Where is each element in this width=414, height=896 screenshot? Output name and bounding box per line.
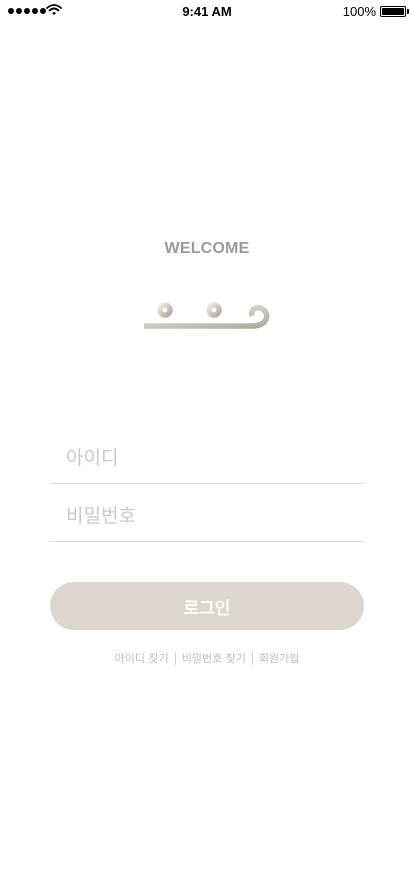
login-button[interactable]: 로그인 bbox=[50, 582, 364, 630]
find-id-link[interactable]: 아이디 찾기 bbox=[109, 650, 175, 666]
account-links: 아이디 찾기 비밀번호 찾기 회원가입 bbox=[0, 650, 414, 666]
id-input[interactable] bbox=[50, 428, 364, 483]
password-field[interactable] bbox=[50, 486, 364, 542]
welcome-heading: WELCOME bbox=[164, 240, 250, 257]
battery-icon bbox=[380, 6, 406, 17]
id-field[interactable] bbox=[50, 428, 364, 484]
password-input[interactable] bbox=[50, 486, 364, 541]
status-bar: 9:41 AM 100% bbox=[0, 0, 414, 24]
battery-nub bbox=[407, 9, 409, 14]
huu-logo-icon bbox=[144, 289, 270, 348]
battery-percent: 100% bbox=[342, 4, 376, 19]
signup-link[interactable]: 회원가입 bbox=[253, 650, 305, 666]
find-password-link[interactable]: 비밀번호 찾기 bbox=[176, 650, 252, 666]
